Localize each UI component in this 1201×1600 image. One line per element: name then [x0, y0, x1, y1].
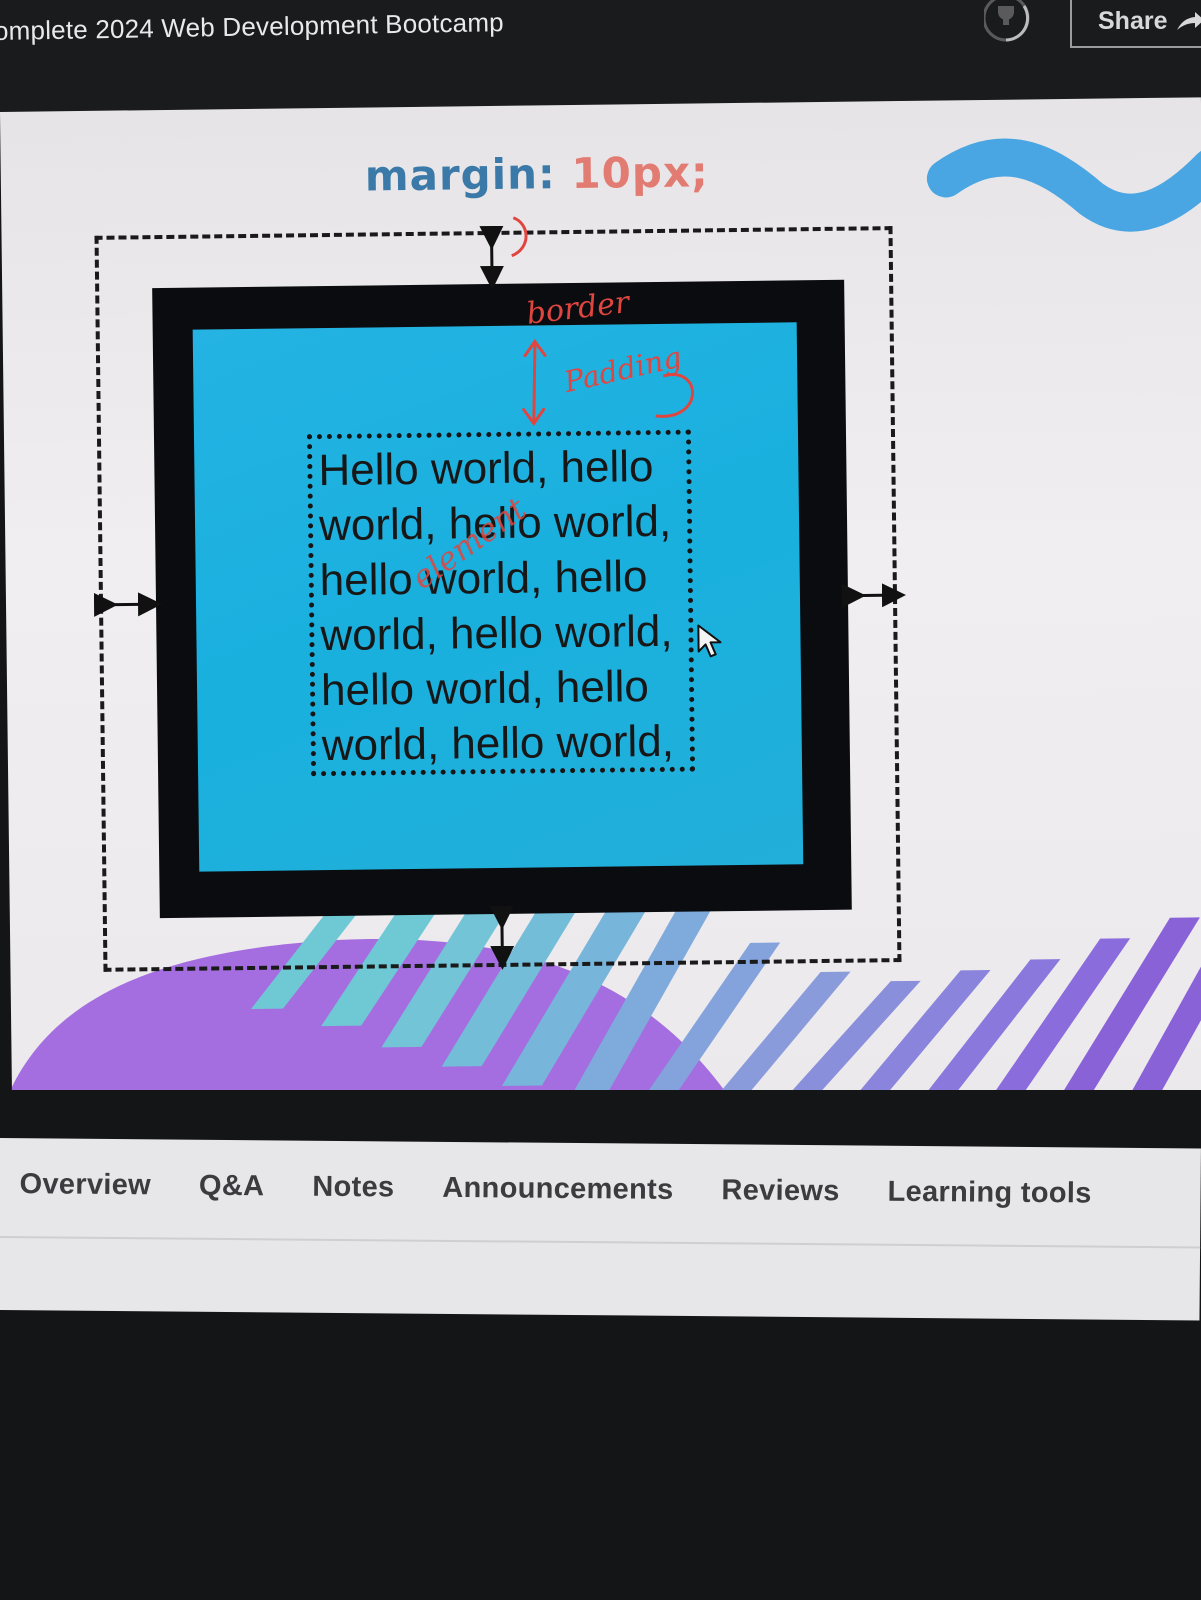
blue-swoosh	[926, 138, 1201, 232]
content-box: Hello world, hello world, hello world, h…	[306, 429, 696, 777]
share-button-label: Share	[1098, 6, 1168, 35]
content-line: Hello world, hello	[318, 442, 654, 496]
course-tabs-panel: Overview Q&A Notes Announcements Reviews…	[0, 1138, 1201, 1321]
share-button[interactable]: Share	[1070, 0, 1201, 48]
margin-property: margin:	[364, 149, 557, 201]
margin-value: 10px;	[571, 147, 710, 199]
mouse-cursor-icon	[697, 624, 722, 658]
course-tabs: Overview Q&A Notes Announcements Reviews…	[19, 1168, 1139, 1211]
content-line: hello world, hello	[319, 552, 648, 606]
tab-announcements[interactable]: Announcements	[442, 1172, 673, 1207]
tab-reviews[interactable]: Reviews	[721, 1174, 839, 1208]
trophy-icon[interactable]	[984, 0, 1036, 50]
share-arrow-icon	[1177, 12, 1201, 30]
screen: omplete 2024 Web Development Bootcamp Sh…	[0, 0, 1201, 1600]
tab-overview[interactable]: Overview	[19, 1168, 151, 1202]
content-line: hello world, hello	[320, 662, 650, 716]
tabs-divider	[0, 1235, 1201, 1249]
tab-notes[interactable]: Notes	[312, 1171, 394, 1205]
tab-qa[interactable]: Q&A	[199, 1170, 265, 1204]
content-line: world, hello world,	[321, 716, 675, 771]
course-title: omplete 2024 Web Development Bootcamp	[0, 7, 505, 46]
tab-learning-tools[interactable]: Learning tools	[887, 1176, 1091, 1211]
content-line: world, hello world,	[320, 606, 673, 661]
margin-caption: margin: 10px;	[365, 147, 710, 200]
lecture-video-frame[interactable]: margin: 10px; Hello world, hello world, …	[0, 97, 1201, 1110]
